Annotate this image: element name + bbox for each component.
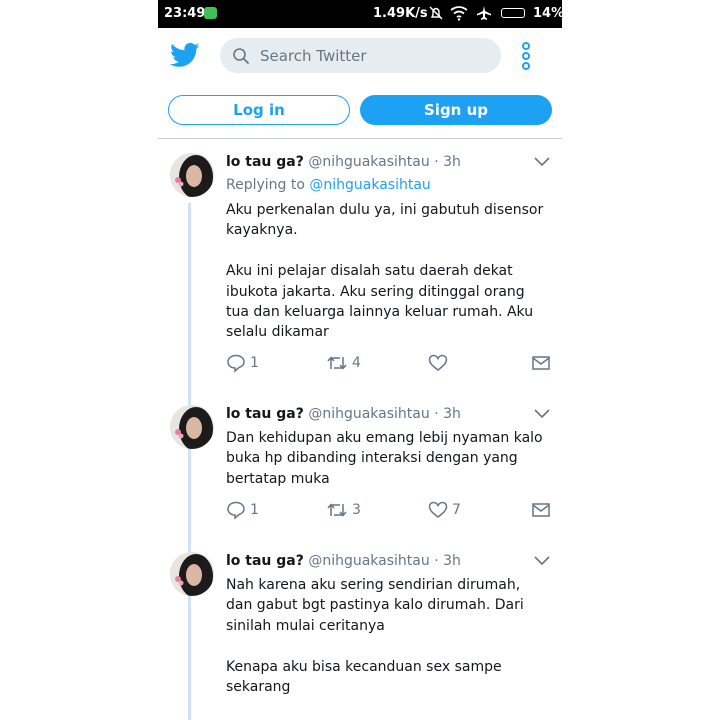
reply-button[interactable]: 1 <box>226 353 259 373</box>
tweet[interactable]: lo tau ga? @nihguakasihtau · 3h Dan kehi… <box>158 391 562 541</box>
envelope-icon <box>532 356 550 370</box>
wifi-icon <box>450 6 468 21</box>
tweet-header: lo tau ga? @nihguakasihtau · 3h <box>226 154 461 170</box>
tweet-text: Aku perkenalan dulu ya, ini gabutuh dise… <box>226 200 546 343</box>
phone-screen: 23:49 1.49K/s 14% Search Twitter Log in … <box>158 0 562 720</box>
tweet-paragraph: Nah karena aku sering sendirian dirumah,… <box>226 577 524 634</box>
avatar[interactable] <box>170 552 214 596</box>
battery-icon <box>501 8 525 18</box>
twitter-bird-icon[interactable] <box>170 40 200 70</box>
airplane-mode-icon <box>477 6 491 20</box>
author-name[interactable]: lo tau ga? <box>226 553 304 569</box>
avatar[interactable] <box>170 405 214 449</box>
like-count: 7 <box>452 502 461 518</box>
status-bar: 23:49 1.49K/s 14% <box>158 0 562 28</box>
direct-message-button[interactable] <box>531 500 551 520</box>
tweet[interactable]: lo tau ga? @nihguakasihtau · 3h Replying… <box>158 139 562 389</box>
tweet-text: Nah karena aku sering sendirian dirumah,… <box>226 575 546 697</box>
like-button[interactable]: 7 <box>428 500 461 520</box>
search-icon <box>233 48 249 64</box>
tweet-paragraph: Aku ini pelajar disalah satu daerah deka… <box>226 263 534 341</box>
author-name[interactable]: lo tau ga? <box>226 154 304 170</box>
tweet-time[interactable]: · 3h <box>434 553 461 569</box>
author-handle[interactable]: @nihguakasihtau <box>308 406 429 422</box>
mute-bell-icon <box>429 6 443 20</box>
heart-icon <box>428 501 448 518</box>
status-time: 23:49 <box>164 6 206 21</box>
signup-button[interactable]: Sign up <box>360 95 552 125</box>
tweet-actions: 1 3 7 <box>226 500 556 520</box>
reply-button[interactable]: 1 <box>226 500 259 520</box>
avatar[interactable] <box>170 153 214 197</box>
network-speed: 1.49K/s <box>373 6 428 21</box>
author-handle[interactable]: @nihguakasihtau <box>308 154 429 170</box>
chevron-down-icon[interactable] <box>534 409 550 419</box>
tweet[interactable]: lo tau ga? @nihguakasihtau · 3h Nah kare… <box>158 538 562 720</box>
reply-icon <box>227 501 245 520</box>
retweet-count: 4 <box>352 355 361 371</box>
reply-count: 1 <box>250 502 259 518</box>
retweet-count: 3 <box>352 502 361 518</box>
author-handle[interactable]: @nihguakasihtau <box>308 553 429 569</box>
reply-count: 1 <box>250 355 259 371</box>
reply-icon <box>227 354 245 373</box>
tweet-paragraph: Aku perkenalan dulu ya, ini gabutuh dise… <box>226 202 544 239</box>
tweet-time[interactable]: · 3h <box>434 406 461 422</box>
more-options-icon[interactable] <box>518 41 534 71</box>
message-notification-icon <box>204 7 217 19</box>
tweet-paragraph: Kenapa aku bisa kecanduan sex sampe seka… <box>226 658 502 696</box>
tweet-text: Dan kehidupan aku emang lebij nyaman kal… <box>226 428 546 489</box>
chevron-down-icon[interactable] <box>534 556 550 566</box>
retweet-button[interactable]: 4 <box>326 353 361 373</box>
heart-icon <box>428 354 448 371</box>
search-input[interactable] <box>260 38 490 73</box>
replying-to: Replying to @nihguakasihtau <box>226 177 431 193</box>
tweet-header: lo tau ga? @nihguakasihtau · 3h <box>226 553 461 569</box>
tweet-time[interactable]: · 3h <box>434 154 461 170</box>
retweet-icon <box>327 503 347 517</box>
app-header <box>158 28 562 84</box>
retweet-icon <box>327 356 347 370</box>
retweet-button[interactable]: 3 <box>326 500 361 520</box>
direct-message-button[interactable] <box>531 353 551 373</box>
tweet-paragraph: Dan kehidupan aku emang lebij nyaman kal… <box>226 430 543 487</box>
tweet-header: lo tau ga? @nihguakasihtau · 3h <box>226 406 461 422</box>
battery-percent: 14% <box>533 6 562 21</box>
replying-to-link[interactable]: @nihguakasihtau <box>309 177 430 193</box>
author-name[interactable]: lo tau ga? <box>226 406 304 422</box>
tweet-actions: 1 4 <box>226 353 556 373</box>
like-button[interactable] <box>428 353 452 373</box>
search-box[interactable] <box>220 38 501 73</box>
auth-bar: Log in Sign up <box>158 84 562 139</box>
chevron-down-icon[interactable] <box>534 157 550 167</box>
login-button[interactable]: Log in <box>168 95 350 125</box>
replying-to-label: Replying to <box>226 177 305 193</box>
envelope-icon <box>532 503 550 517</box>
